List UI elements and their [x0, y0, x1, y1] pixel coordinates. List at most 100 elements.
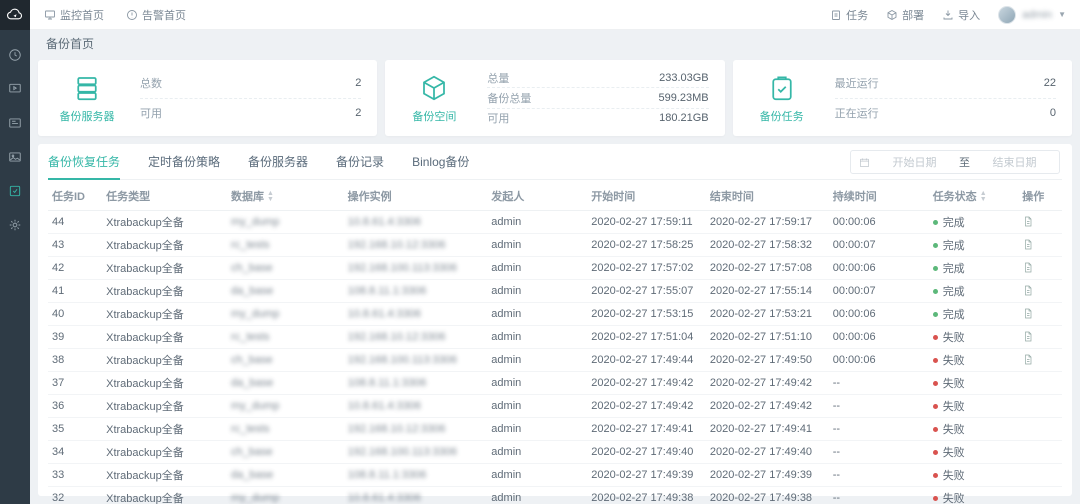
- cell-task-id-text: 40: [52, 308, 64, 320]
- clock-icon: [8, 48, 22, 62]
- cell-end-time-text: 2020-02-27 17:49:41: [710, 423, 812, 435]
- cell-duration-text: 00:00:07: [833, 285, 876, 297]
- cell-status: 失败: [929, 371, 1019, 394]
- column-header-label: 操作实例: [348, 191, 392, 203]
- nav-monitor-home[interactable]: 监控首页: [44, 7, 104, 23]
- cell-task-type: Xtrabackup全备: [102, 279, 227, 302]
- status-badge: 完成: [943, 217, 965, 229]
- server-icon: [72, 73, 102, 103]
- app-logo[interactable]: [0, 0, 30, 30]
- card-backup-space: 备份空间 总量233.03GB备份总量599.23MB可用180.21GB: [385, 60, 724, 136]
- date-range-picker[interactable]: 开始日期 至 结束日期: [850, 150, 1060, 174]
- sidebar-item-alarms[interactable]: [0, 140, 30, 174]
- gear-icon: [8, 218, 22, 232]
- cell-start-time-text: 2020-02-27 17:49:44: [591, 354, 693, 366]
- cell-duration: --: [829, 394, 929, 417]
- status-dot-icon: [933, 335, 938, 340]
- cell-task-type: Xtrabackup全备: [102, 394, 227, 417]
- log-document-icon[interactable]: [1022, 215, 1034, 228]
- user-menu[interactable]: admin ▼: [998, 6, 1066, 24]
- stat-row: 正在运行0: [835, 98, 1056, 129]
- cell-initiator-text: admin: [491, 469, 521, 481]
- cell-start-time: 2020-02-27 17:51:04: [587, 325, 706, 348]
- cell-task-type: Xtrabackup全备: [102, 325, 227, 348]
- cell-status: 失败: [929, 486, 1019, 504]
- cell-end-time-text: 2020-02-27 17:53:21: [710, 308, 812, 320]
- nav-import[interactable]: 导入: [942, 7, 980, 23]
- column-header: 发起人: [487, 182, 587, 210]
- status-dot-icon: [933, 220, 938, 225]
- cell-initiator-text: admin: [491, 377, 521, 389]
- tab-3[interactable]: 备份记录: [336, 144, 384, 180]
- cell-task-id-text: 34: [52, 446, 64, 458]
- cell-task-type: Xtrabackup全备: [102, 371, 227, 394]
- cell-initiator: admin: [487, 233, 587, 256]
- status-dot-icon: [933, 473, 938, 478]
- cell-initiator: admin: [487, 394, 587, 417]
- end-date-input[interactable]: 结束日期: [978, 154, 1051, 170]
- cell-start-time: 2020-02-27 17:57:02: [587, 256, 706, 279]
- nav-alert-home[interactable]: 告警首页: [126, 7, 186, 23]
- column-header: 结束时间: [706, 182, 829, 210]
- cloud-logo-icon: [6, 6, 24, 24]
- cell-task-id: 39: [48, 325, 102, 348]
- stat-cards: 备份服务器 总数2可用2 备份空间 总量233.03GB备份总量599.23MB…: [30, 58, 1080, 136]
- sort-icon[interactable]: ▲▼: [980, 191, 987, 203]
- tab-0[interactable]: 备份恢复任务: [48, 144, 120, 180]
- cell-instance-text: 10.8.61.4:3306: [348, 216, 421, 228]
- nav-tasks[interactable]: 任务: [830, 7, 868, 23]
- cell-operation: [1018, 233, 1062, 256]
- log-document-icon[interactable]: [1022, 353, 1034, 366]
- column-header-label: 发起人: [491, 191, 524, 203]
- nav-deploy[interactable]: 部署: [886, 7, 924, 23]
- sidebar-item-settings[interactable]: [0, 208, 30, 242]
- cell-end-time: 2020-02-27 17:49:38: [706, 486, 829, 504]
- cell-duration: 00:00:07: [829, 233, 929, 256]
- cell-database: my_dump: [227, 210, 344, 233]
- sort-icon[interactable]: ▲▼: [267, 191, 274, 203]
- sidebar-item-backup[interactable]: [0, 174, 30, 208]
- stat-label: 备份总量: [487, 90, 531, 106]
- cell-operation: [1018, 348, 1062, 371]
- table-row: 32Xtrabackup全备my_dump10.8.61.4:3306admin…: [48, 486, 1062, 504]
- cell-initiator-text: admin: [491, 285, 521, 297]
- cell-task-id-text: 41: [52, 285, 64, 297]
- cell-duration: 00:00:06: [829, 302, 929, 325]
- log-document-icon[interactable]: [1022, 261, 1034, 274]
- start-date-input[interactable]: 开始日期: [878, 154, 951, 170]
- table-row: 35Xtrabackup全备rc_tests192.168.10.12:3306…: [48, 417, 1062, 440]
- cell-task-id-text: 35: [52, 423, 64, 435]
- cell-start-time-text: 2020-02-27 17:55:07: [591, 285, 693, 297]
- cell-duration: 00:00:06: [829, 210, 929, 233]
- cell-end-time-text: 2020-02-27 17:57:08: [710, 262, 812, 274]
- cell-task-id-text: 32: [52, 492, 64, 504]
- stat-row: 可用180.21GB: [487, 108, 708, 128]
- sidebar-item-monitor[interactable]: [0, 72, 30, 106]
- log-document-icon[interactable]: [1022, 330, 1034, 343]
- tab-2[interactable]: 备份服务器: [248, 144, 308, 180]
- status-badge: 完成: [943, 286, 965, 298]
- sidebar-item-dashboard[interactable]: [0, 38, 30, 72]
- cell-duration: --: [829, 440, 929, 463]
- cell-task-type-text: Xtrabackup全备: [106, 309, 184, 321]
- tab-4[interactable]: Binlog备份: [412, 144, 469, 180]
- topbar-right: 任务 部署 导入 admin ▼: [830, 6, 1066, 24]
- log-document-icon[interactable]: [1022, 238, 1034, 251]
- sidebar-item-instances[interactable]: [0, 106, 30, 140]
- status-badge: 失败: [943, 401, 965, 413]
- cell-task-id-text: 38: [52, 354, 64, 366]
- log-document-icon[interactable]: [1022, 307, 1034, 320]
- cell-duration-text: 00:00:06: [833, 216, 876, 228]
- cell-initiator: admin: [487, 325, 587, 348]
- cell-database-text: rc_tests: [231, 331, 270, 343]
- card-rows: 总数2可用2: [126, 68, 361, 128]
- cell-duration-text: 00:00:07: [833, 239, 876, 251]
- cell-instance-text: 192.168.100.113:3306: [348, 354, 457, 366]
- import-icon: [942, 9, 954, 21]
- log-document-icon[interactable]: [1022, 284, 1034, 297]
- cell-duration: --: [829, 463, 929, 486]
- stat-label: 可用: [140, 105, 162, 121]
- cell-duration-text: --: [833, 377, 840, 389]
- tab-1[interactable]: 定时备份策略: [148, 144, 220, 180]
- cell-database-text: ch_base: [231, 446, 273, 458]
